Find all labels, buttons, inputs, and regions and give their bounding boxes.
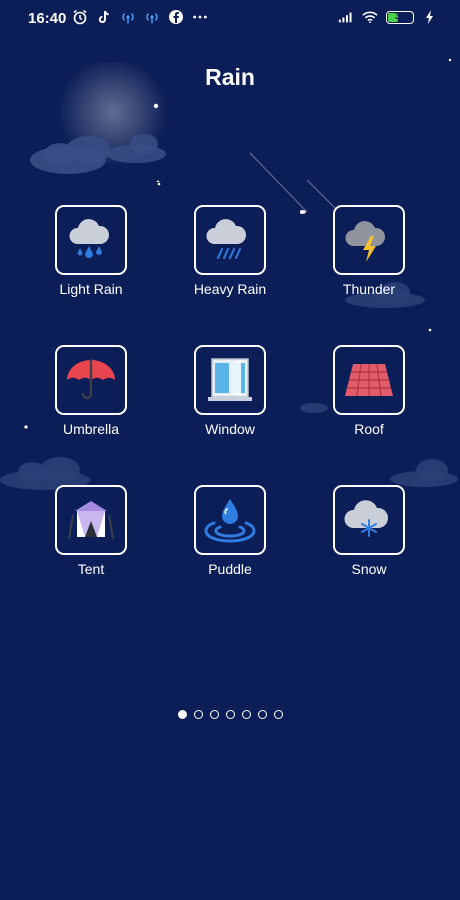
tile-light-rain-box[interactable] bbox=[55, 205, 127, 275]
tile-thunder-box[interactable] bbox=[333, 205, 405, 275]
tile-puddle-box[interactable] bbox=[194, 485, 266, 555]
tile-label: Puddle bbox=[208, 561, 252, 577]
tile-label: Roof bbox=[354, 421, 384, 437]
roof-icon bbox=[345, 363, 393, 397]
tile-heavy-rain[interactable]: Heavy Rain bbox=[165, 205, 295, 297]
tile-thunder[interactable]: Thunder bbox=[304, 205, 434, 297]
tile-label: Light Rain bbox=[59, 281, 123, 297]
tile-tent[interactable]: Tent bbox=[26, 485, 156, 577]
tile-snow[interactable]: Snow bbox=[304, 485, 434, 577]
charging-icon bbox=[422, 9, 438, 25]
tile-label: Heavy Rain bbox=[193, 281, 267, 297]
battery-level: 39 bbox=[394, 10, 405, 21]
more-dots-icon bbox=[192, 9, 208, 25]
alarm-icon bbox=[72, 9, 88, 25]
tile-light-rain[interactable]: Light Rain bbox=[26, 205, 156, 297]
page-dot-3[interactable] bbox=[209, 710, 219, 719]
tiktok-icon bbox=[96, 9, 112, 25]
page-title: Rain bbox=[205, 64, 255, 90]
signal-icon bbox=[338, 9, 354, 25]
page-dot-2[interactable] bbox=[193, 710, 203, 719]
page-dot-1[interactable] bbox=[177, 710, 187, 719]
status-notification-icons bbox=[72, 9, 208, 25]
puddle-icon bbox=[204, 499, 256, 543]
tile-label: Umbrella bbox=[62, 421, 119, 437]
tile-snow-box[interactable] bbox=[333, 485, 405, 555]
snow-icon bbox=[344, 500, 389, 537]
tile-umbrella-box[interactable] bbox=[55, 345, 127, 415]
tile-label: Window bbox=[205, 421, 255, 437]
status-system-icons: 39 bbox=[338, 9, 438, 25]
tile-roof-box[interactable] bbox=[333, 345, 405, 415]
light-rain-icon bbox=[69, 219, 110, 258]
tile-window[interactable]: Window bbox=[165, 345, 295, 437]
tent-icon bbox=[68, 501, 114, 540]
page-dot-5[interactable] bbox=[241, 710, 251, 719]
broadcast-icon bbox=[144, 9, 160, 25]
tile-window-box[interactable] bbox=[194, 345, 266, 415]
wifi-icon bbox=[362, 9, 378, 25]
broadcast-icon bbox=[120, 9, 136, 25]
tile-roof[interactable]: Roof bbox=[304, 345, 434, 437]
tile-label: Tent bbox=[77, 561, 105, 577]
page-dot-6[interactable] bbox=[257, 710, 267, 719]
tile-label: Snow bbox=[351, 561, 387, 577]
cloud-decoration-right bbox=[390, 459, 458, 487]
tile-puddle[interactable]: Puddle bbox=[165, 485, 295, 577]
battery-icon: 39 bbox=[386, 10, 414, 24]
page-dot-7[interactable] bbox=[273, 710, 283, 719]
page-dot-4[interactable] bbox=[225, 710, 235, 719]
tile-umbrella[interactable]: Umbrella bbox=[26, 345, 156, 437]
tile-heavy-rain-box[interactable] bbox=[194, 205, 266, 275]
status-time: 16:40 bbox=[28, 10, 67, 27]
facebook-icon bbox=[168, 9, 184, 25]
heavy-rain-icon bbox=[206, 219, 247, 259]
window-icon bbox=[208, 358, 252, 401]
stars-decoration bbox=[24, 58, 452, 429]
thunder-icon bbox=[345, 221, 386, 262]
tile-tent-box[interactable] bbox=[55, 485, 127, 555]
status-bar: 16:40 39 bbox=[0, 0, 460, 38]
tile-label: Thunder bbox=[342, 281, 396, 297]
page-indicator bbox=[0, 710, 460, 719]
umbrella-icon bbox=[67, 358, 115, 400]
app-screen: 16:40 39 Rain Light Rain Heavy Rain Thun… bbox=[0, 0, 460, 900]
